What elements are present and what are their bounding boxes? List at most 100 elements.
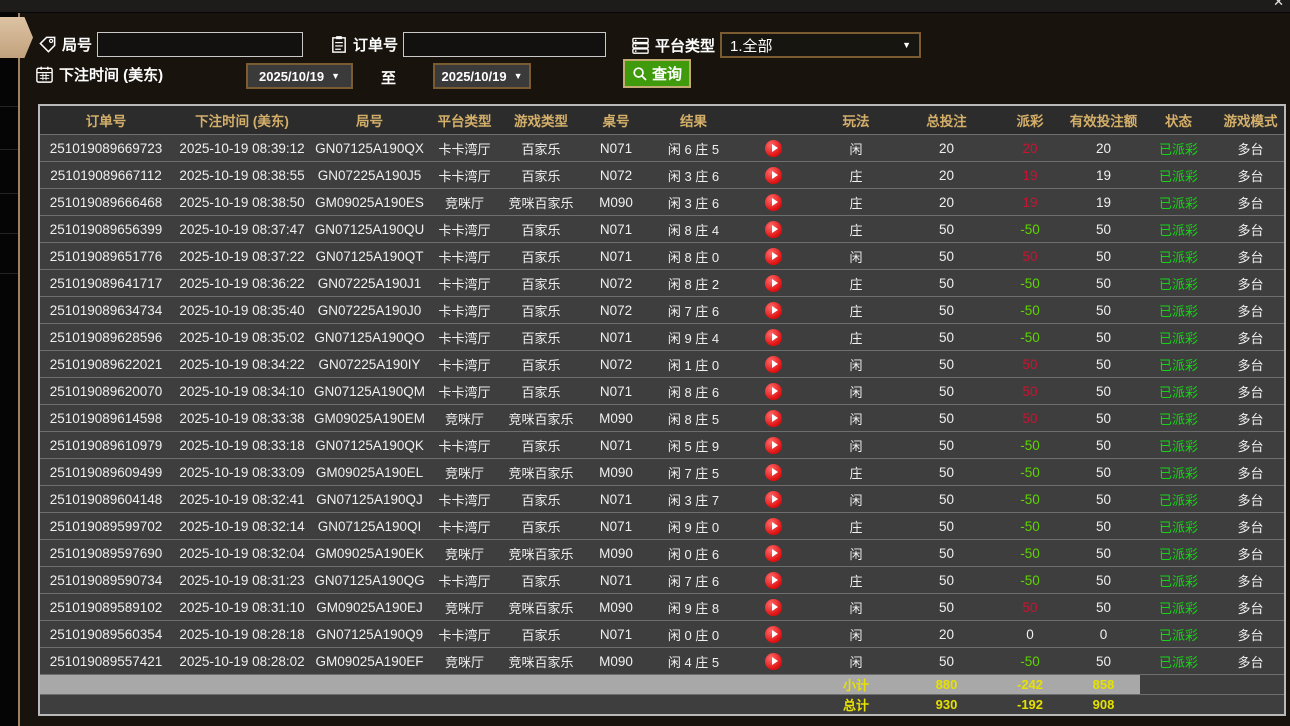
cell-time: 2025-10-19 08:37:22 xyxy=(172,243,312,269)
close-icon[interactable]: ✕ xyxy=(1273,0,1284,10)
subtotal-total: 880 xyxy=(900,675,993,694)
play-icon[interactable] xyxy=(765,356,782,373)
col-header-mode: 游戏模式 xyxy=(1217,106,1284,134)
cell-round: GM09025A190EK xyxy=(312,540,427,566)
cell-payout: -50 xyxy=(993,432,1067,458)
cell-side: 闲 xyxy=(812,351,900,377)
play-icon[interactable] xyxy=(765,275,782,292)
round-input[interactable] xyxy=(97,32,303,57)
platform-select[interactable]: 1.全部 ▼ xyxy=(720,32,921,58)
cell-side: 庄 xyxy=(812,324,900,350)
cell-order: 251019089628596 xyxy=(40,324,172,350)
cell-table: N071 xyxy=(580,486,652,512)
cell-time: 2025-10-19 08:32:41 xyxy=(172,486,312,512)
table-row: 251019089590734 2025-10-19 08:31:23 GN07… xyxy=(40,566,1284,593)
col-header-round: 局号 xyxy=(312,106,427,134)
play-icon[interactable] xyxy=(765,464,782,481)
play-icon[interactable] xyxy=(765,626,782,643)
cell-order: 251019089604148 xyxy=(40,486,172,512)
cell-order: 251019089560354 xyxy=(40,621,172,647)
cell-status: 已派彩 xyxy=(1140,567,1217,593)
cell-side: 庄 xyxy=(812,459,900,485)
cell-game: 竞咪百家乐 xyxy=(502,648,580,674)
play-icon[interactable] xyxy=(765,329,782,346)
cell-total: 20 xyxy=(900,135,993,161)
play-icon[interactable] xyxy=(765,383,782,400)
play-icon[interactable] xyxy=(765,518,782,535)
cell-status: 已派彩 xyxy=(1140,162,1217,188)
play-icon[interactable] xyxy=(765,491,782,508)
cell-game: 百家乐 xyxy=(502,513,580,539)
cell-side: 庄 xyxy=(812,513,900,539)
cell-status: 已派彩 xyxy=(1140,297,1217,323)
cell-time: 2025-10-19 08:33:09 xyxy=(172,459,312,485)
order-input[interactable] xyxy=(403,32,606,57)
col-header-replay xyxy=(735,106,812,134)
table-row: 251019089666468 2025-10-19 08:38:50 GM09… xyxy=(40,188,1284,215)
table-row: 251019089589102 2025-10-19 08:31:10 GM09… xyxy=(40,593,1284,620)
cell-game: 百家乐 xyxy=(502,270,580,296)
play-icon[interactable] xyxy=(765,221,782,238)
table-header: 订单号 下注时间 (美东) 局号 平台类型 游戏类型 桌号 结果 玩法 总投注 … xyxy=(40,106,1284,134)
play-icon[interactable] xyxy=(765,302,782,319)
cell-time: 2025-10-19 08:34:10 xyxy=(172,378,312,404)
play-icon[interactable] xyxy=(765,167,782,184)
cell-time: 2025-10-19 08:28:18 xyxy=(172,621,312,647)
cell-round: GN07125A190QT xyxy=(312,243,427,269)
cell-valid: 50 xyxy=(1067,405,1140,431)
clipboard-icon xyxy=(330,35,348,54)
table-row: 251019089669723 2025-10-19 08:39:12 GN07… xyxy=(40,134,1284,161)
cell-valid: 19 xyxy=(1067,189,1140,215)
play-icon[interactable] xyxy=(765,410,782,427)
date-from-select[interactable]: 2025/10/19 ▼ xyxy=(246,63,353,89)
cell-status: 已派彩 xyxy=(1140,405,1217,431)
cell-payout: 0 xyxy=(993,621,1067,647)
play-icon[interactable] xyxy=(765,140,782,157)
cell-round: GN07125A190QJ xyxy=(312,486,427,512)
cell-valid: 50 xyxy=(1067,513,1140,539)
cell-table: M090 xyxy=(580,540,652,566)
cell-mode: 多台 xyxy=(1217,486,1284,512)
play-icon[interactable] xyxy=(765,653,782,670)
query-button[interactable]: 查询 xyxy=(623,59,691,88)
cell-status: 已派彩 xyxy=(1140,270,1217,296)
cell-result: 闲 6 庄 5 xyxy=(652,135,735,161)
cell-result: 闲 1 庄 0 xyxy=(652,351,735,377)
date-to-select[interactable]: 2025/10/19 ▼ xyxy=(433,63,531,89)
cell-side: 闲 xyxy=(812,432,900,458)
platform-filter: 平台类型 1.全部 ▼ xyxy=(631,32,921,58)
play-icon[interactable] xyxy=(765,599,782,616)
cell-mode: 多台 xyxy=(1217,405,1284,431)
cell-valid: 50 xyxy=(1067,459,1140,485)
cell-total: 50 xyxy=(900,459,993,485)
cell-mode: 多台 xyxy=(1217,324,1284,350)
cell-round: GN07125A190QX xyxy=(312,135,427,161)
cell-valid: 50 xyxy=(1067,648,1140,674)
play-icon[interactable] xyxy=(765,437,782,454)
cell-result: 闲 4 庄 5 xyxy=(652,648,735,674)
cell-table: N071 xyxy=(580,135,652,161)
play-icon[interactable] xyxy=(765,248,782,265)
table-row: 251019089667112 2025-10-19 08:38:55 GN07… xyxy=(40,161,1284,188)
cell-result: 闲 9 庄 8 xyxy=(652,594,735,620)
play-icon[interactable] xyxy=(765,194,782,211)
cell-table: N071 xyxy=(580,567,652,593)
play-icon[interactable] xyxy=(765,545,782,562)
cell-side: 闲 xyxy=(812,135,900,161)
table-row: 251019089641717 2025-10-19 08:36:22 GN07… xyxy=(40,269,1284,296)
cell-game: 百家乐 xyxy=(502,486,580,512)
cell-status: 已派彩 xyxy=(1140,540,1217,566)
col-header-game: 游戏类型 xyxy=(502,106,580,134)
cell-order: 251019089651776 xyxy=(40,243,172,269)
cell-result: 闲 0 庄 6 xyxy=(652,540,735,566)
table-row: 251019089604148 2025-10-19 08:32:41 GN07… xyxy=(40,485,1284,512)
play-icon[interactable] xyxy=(765,572,782,589)
table-row: 251019089597690 2025-10-19 08:32:04 GM09… xyxy=(40,539,1284,566)
cell-mode: 多台 xyxy=(1217,135,1284,161)
cell-time: 2025-10-19 08:33:38 xyxy=(172,405,312,431)
cell-total: 50 xyxy=(900,540,993,566)
cell-side: 庄 xyxy=(812,270,900,296)
cell-valid: 50 xyxy=(1067,540,1140,566)
cell-payout: -50 xyxy=(993,648,1067,674)
cell-side: 庄 xyxy=(812,189,900,215)
